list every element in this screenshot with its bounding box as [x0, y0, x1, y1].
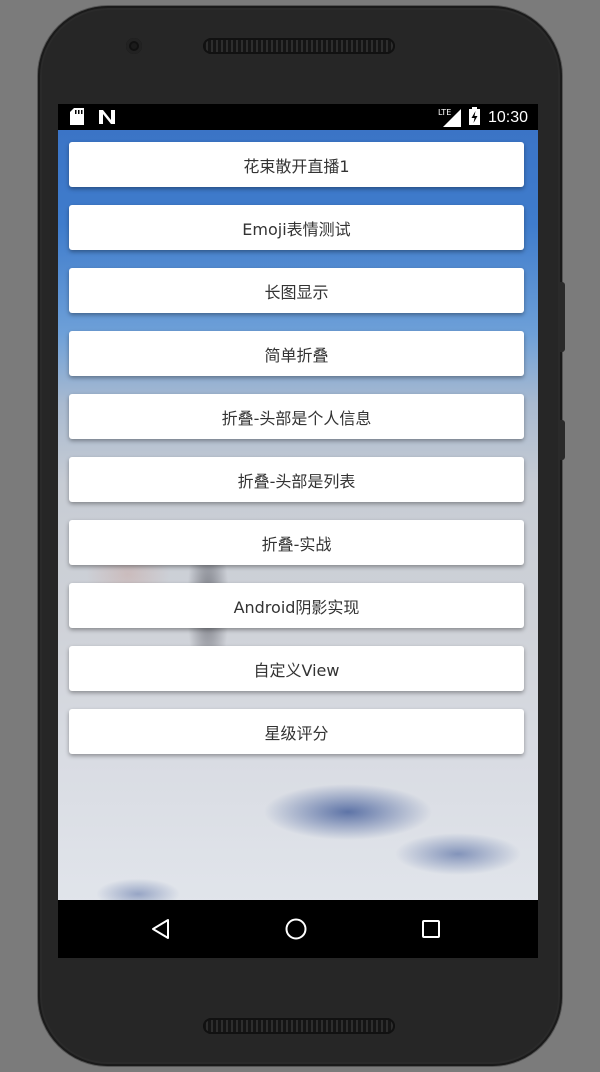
status-bar: LTE 10:30: [58, 104, 538, 130]
status-clock: 10:30: [487, 109, 528, 126]
top-speaker: [203, 38, 395, 54]
menu-item-simple-collapse[interactable]: 简单折叠: [69, 331, 524, 376]
battery-charging-icon: [468, 107, 480, 129]
menu-item-label: 折叠-头部是列表: [237, 471, 356, 491]
menu-item-android-shadow[interactable]: Android阴影实现: [69, 583, 524, 628]
menu-item-label: 花束散开直播1: [243, 156, 350, 176]
menu-item-collapse-practice[interactable]: 折叠-实战: [69, 520, 524, 565]
menu-item-label: Android阴影实现: [233, 597, 360, 617]
lte-label: LTE: [436, 108, 453, 117]
menu-item-collapse-profile-header[interactable]: 折叠-头部是个人信息: [69, 394, 524, 439]
menu-item-collapse-list-header[interactable]: 折叠-头部是列表: [69, 457, 524, 502]
back-icon[interactable]: [146, 914, 176, 944]
volume-button: [560, 282, 565, 352]
menu-item-label: 折叠-实战: [261, 534, 332, 554]
menu-item-label: 简单折叠: [264, 345, 329, 365]
sd-card-icon: [70, 108, 84, 129]
lte-signal-icon: LTE: [436, 108, 461, 127]
n-notification-icon: [98, 109, 116, 129]
menu-item-emoji-test[interactable]: Emoji表情测试: [69, 205, 524, 250]
recents-icon[interactable]: [416, 914, 446, 944]
menu-item-custom-view[interactable]: 自定义View: [69, 646, 524, 691]
menu-item-long-image[interactable]: 长图显示: [69, 268, 524, 313]
menu-item-label: 星级评分: [264, 723, 329, 743]
navigation-bar: [58, 900, 538, 958]
menu-item-flower-live[interactable]: 花束散开直播1: [69, 142, 524, 187]
front-camera: [126, 38, 142, 54]
home-icon[interactable]: [281, 914, 311, 944]
bottom-speaker: [203, 1018, 395, 1034]
menu-item-label: 自定义View: [253, 660, 340, 680]
device-screen: LTE 10:30 花束散开直播1 Emoji表情测试 长图显示 简单折叠 折叠…: [58, 104, 538, 958]
menu-item-label: Emoji表情测试: [242, 219, 351, 239]
menu-item-label: 折叠-头部是个人信息: [221, 408, 372, 428]
menu-item-label: 长图显示: [264, 282, 329, 302]
power-button: [560, 420, 565, 460]
demo-menu-list: 花束散开直播1 Emoji表情测试 长图显示 简单折叠 折叠-头部是个人信息 折…: [69, 142, 524, 772]
menu-item-star-rating[interactable]: 星级评分: [69, 709, 524, 754]
